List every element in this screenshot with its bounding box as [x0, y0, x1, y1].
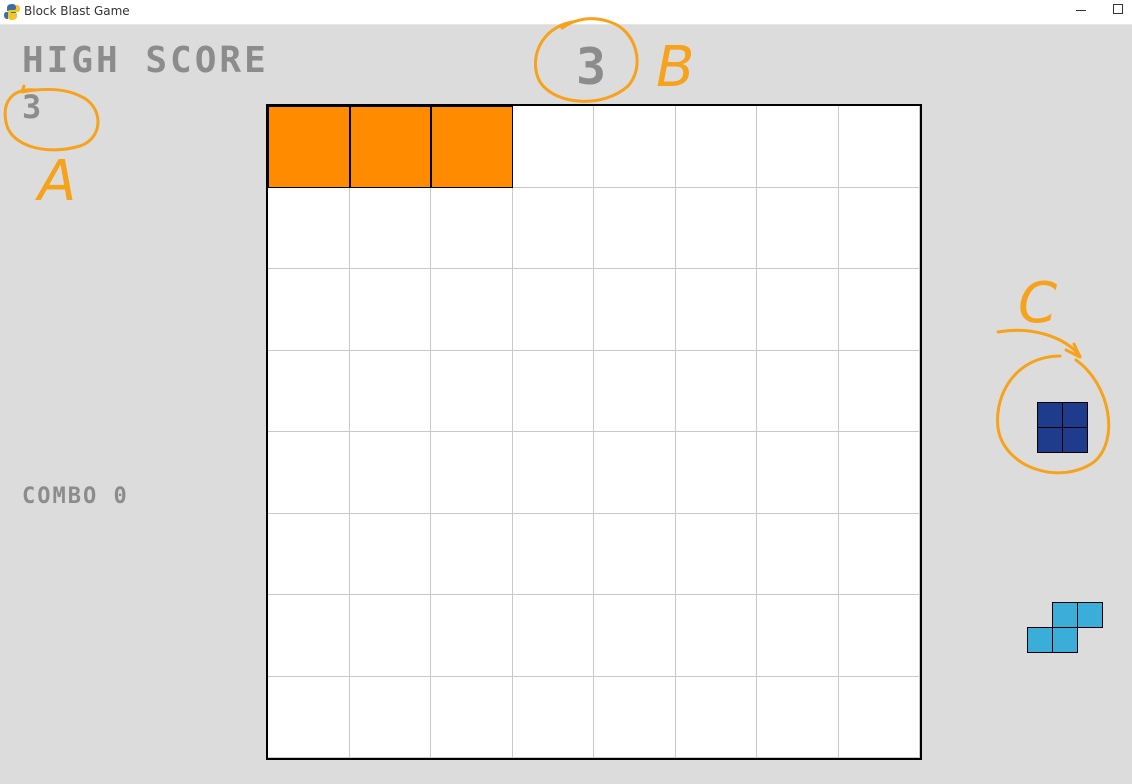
board-cell[interactable]: [838, 513, 920, 595]
high-score-value: 3: [22, 88, 44, 126]
board-cell[interactable]: [512, 676, 594, 758]
board-cell[interactable]: [431, 106, 513, 188]
board-cell[interactable]: [838, 187, 920, 269]
board-cell[interactable]: [675, 187, 757, 269]
high-score-label: HIGH SCORE: [22, 40, 269, 81]
maximize-button[interactable]: [1104, 0, 1132, 24]
annotation-label-b: B: [656, 35, 694, 100]
board-cell[interactable]: [675, 513, 757, 595]
title-bar: Block Blast Game: [0, 0, 1132, 25]
tray-piece-block[interactable]: [1027, 627, 1053, 653]
board-cell[interactable]: [512, 106, 594, 188]
board-cell[interactable]: [594, 513, 676, 595]
board-cell[interactable]: [431, 595, 513, 677]
current-score: 3: [576, 38, 609, 96]
board-cell[interactable]: [431, 676, 513, 758]
board-cell[interactable]: [594, 432, 676, 514]
board-cell[interactable]: [675, 432, 757, 514]
board-cell[interactable]: [838, 106, 920, 188]
tray-piece-block[interactable]: [1077, 602, 1103, 628]
board-cell[interactable]: [838, 269, 920, 351]
board-cell[interactable]: [268, 595, 350, 677]
board-cell[interactable]: [757, 513, 839, 595]
board-cell[interactable]: [349, 350, 431, 432]
board-cell[interactable]: [757, 187, 839, 269]
annotation-circle-a: [3, 84, 100, 152]
board-cell[interactable]: [268, 432, 350, 514]
tray-piece-block[interactable]: [1052, 627, 1078, 653]
board-cell[interactable]: [268, 676, 350, 758]
board-cell[interactable]: [349, 106, 431, 188]
board-cell[interactable]: [757, 595, 839, 677]
board-cell[interactable]: [757, 676, 839, 758]
board-cell[interactable]: [349, 187, 431, 269]
board-cell[interactable]: [268, 106, 350, 188]
tray-piece-block[interactable]: [1037, 402, 1063, 428]
board-cell[interactable]: [594, 269, 676, 351]
board-cell[interactable]: [431, 350, 513, 432]
python-snake-icon: [4, 4, 20, 20]
board-cell[interactable]: [431, 432, 513, 514]
board-cell[interactable]: [512, 595, 594, 677]
board-cell[interactable]: [594, 595, 676, 677]
board-cell[interactable]: [268, 513, 350, 595]
board-cell[interactable]: [349, 513, 431, 595]
board-cell[interactable]: [349, 676, 431, 758]
board-cell[interactable]: [594, 106, 676, 188]
board-cell[interactable]: [757, 350, 839, 432]
board-cell[interactable]: [512, 513, 594, 595]
board-cell[interactable]: [594, 676, 676, 758]
minimize-icon: [1076, 9, 1086, 11]
board-cell[interactable]: [349, 595, 431, 677]
minimize-button[interactable]: [1058, 0, 1104, 24]
board-cell[interactable]: [268, 187, 350, 269]
board-cell[interactable]: [675, 269, 757, 351]
board-cell[interactable]: [512, 187, 594, 269]
tray-piece-block[interactable]: [1052, 602, 1078, 628]
board-cell[interactable]: [838, 676, 920, 758]
combo-counter: COMBO 0: [22, 484, 129, 509]
board-cell[interactable]: [512, 269, 594, 351]
tray-piece-block[interactable]: [1037, 427, 1063, 453]
game-board[interactable]: [266, 104, 922, 760]
maximize-icon: [1113, 4, 1123, 14]
board-cell[interactable]: [431, 513, 513, 595]
board-cell[interactable]: [838, 595, 920, 677]
board-cell[interactable]: [675, 676, 757, 758]
board-cell[interactable]: [757, 432, 839, 514]
board-cell[interactable]: [431, 187, 513, 269]
board-cell[interactable]: [594, 187, 676, 269]
board-cell[interactable]: [512, 432, 594, 514]
board-cell[interactable]: [838, 432, 920, 514]
board-cell[interactable]: [268, 350, 350, 432]
tray-piece-block[interactable]: [1062, 427, 1088, 453]
window-title: Block Blast Game: [24, 4, 130, 18]
annotation-label-c: C: [1018, 271, 1057, 336]
board-cell[interactable]: [757, 269, 839, 351]
board-cell[interactable]: [675, 595, 757, 677]
board-cell[interactable]: [349, 269, 431, 351]
annotation-label-a: A: [35, 149, 76, 214]
board-cell[interactable]: [349, 432, 431, 514]
board-cell[interactable]: [594, 350, 676, 432]
board-cell[interactable]: [838, 350, 920, 432]
annotation-arrow-c: [996, 328, 1082, 359]
board-cell[interactable]: [675, 350, 757, 432]
board-cell[interactable]: [675, 106, 757, 188]
board-cell[interactable]: [431, 269, 513, 351]
board-cell[interactable]: [512, 350, 594, 432]
board-cell[interactable]: [757, 106, 839, 188]
board-cell[interactable]: [268, 269, 350, 351]
tray-piece-block[interactable]: [1062, 402, 1088, 428]
